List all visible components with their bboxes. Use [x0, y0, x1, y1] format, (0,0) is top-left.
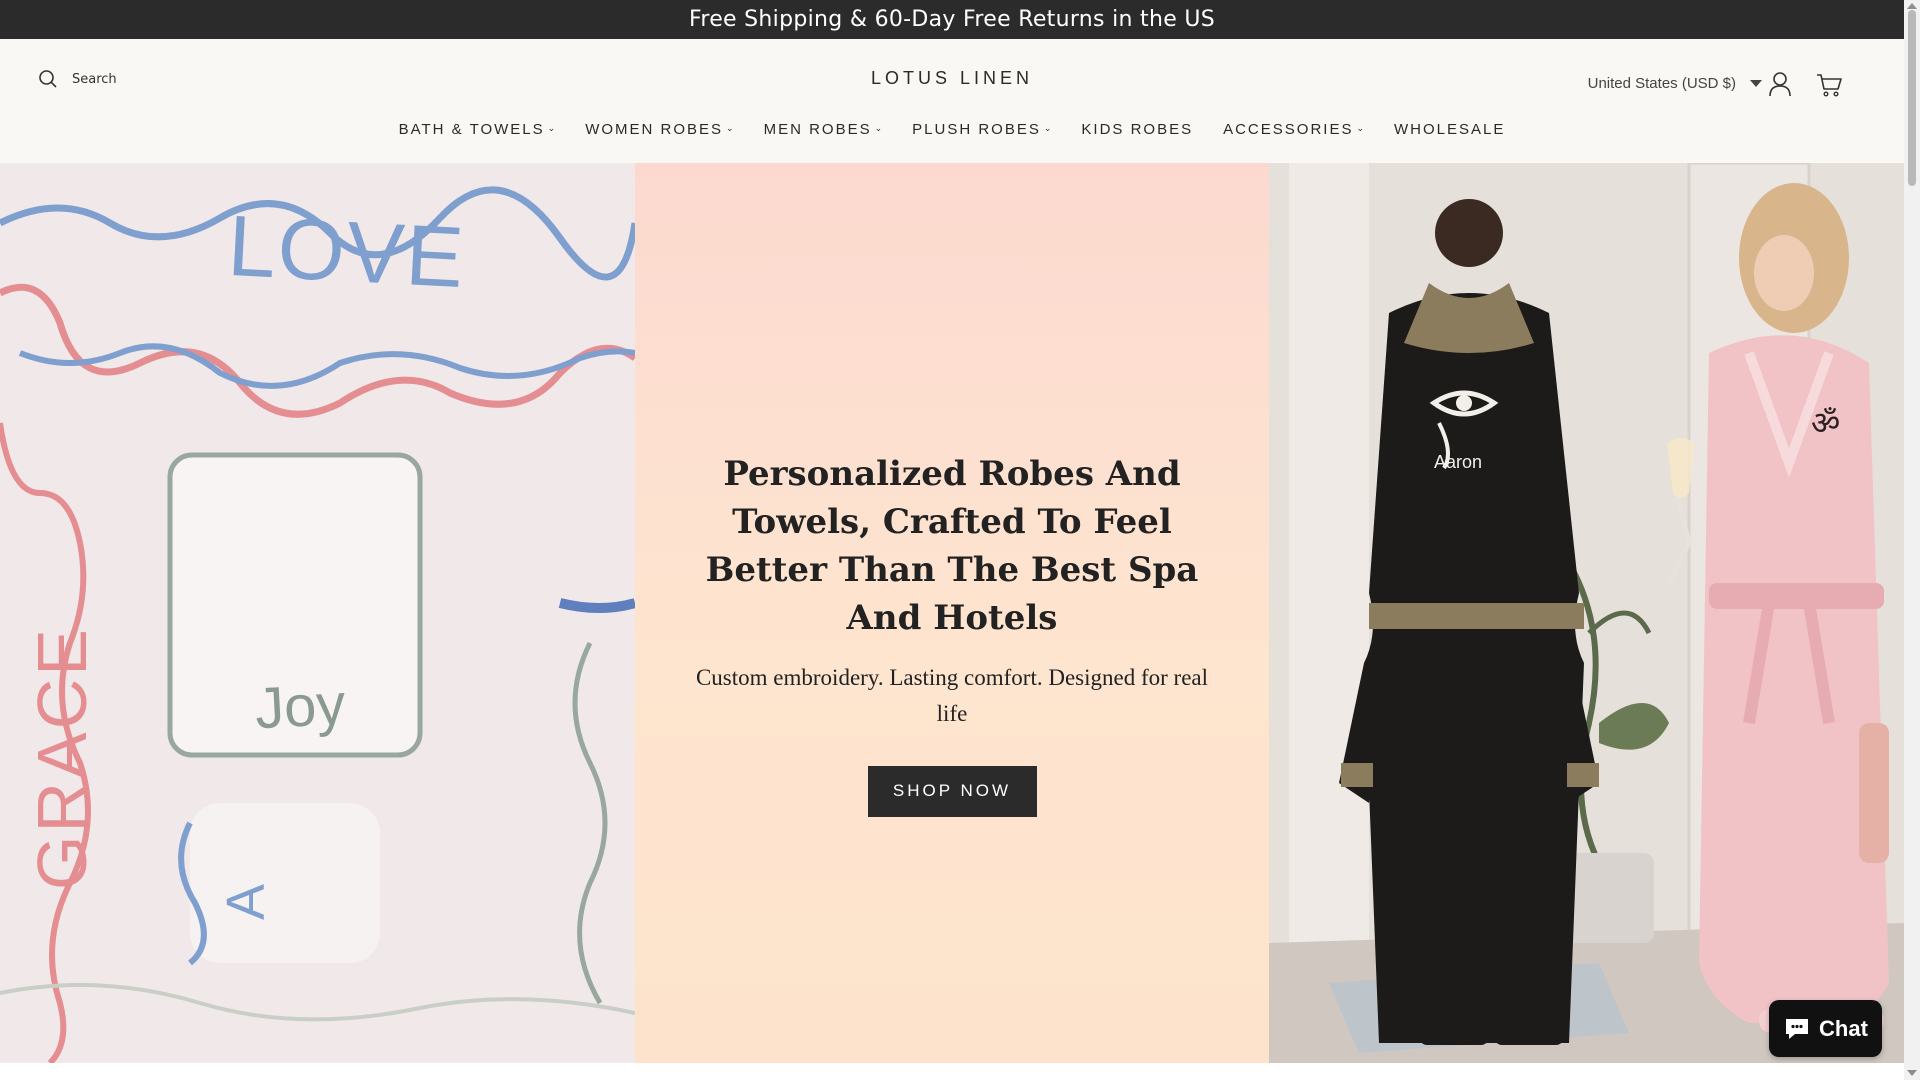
account-icon[interactable]	[1768, 71, 1792, 97]
nav-label: WOMEN ROBES	[585, 121, 724, 138]
towel-word-letter: A	[216, 883, 277, 921]
hero-image-towels: LOVE GRACE Joy A	[0, 163, 635, 1063]
currency-label: United States (USD $)	[1587, 75, 1736, 92]
page-scrollbar[interactable]	[1904, 0, 1920, 1080]
site-header: Search LOTUS LINEN United States (USD $)…	[0, 39, 1904, 163]
towel-word-grace: GRACE	[22, 626, 101, 890]
chat-label: Chat	[1819, 1015, 1868, 1041]
chevron-down-icon: ⌄	[874, 123, 883, 133]
towel-word-love: LOVE	[225, 197, 468, 307]
chevron-down-icon: ⌄	[1356, 123, 1365, 133]
shop-now-button[interactable]: SHOP NOW	[867, 765, 1037, 817]
hero-text-panel: Personalized Robes And Towels, Crafted T…	[635, 163, 1269, 1063]
chevron-down-icon: ⌄	[547, 123, 556, 133]
hero-subtitle: Custom embroidery. Lasting comfort. Desi…	[695, 664, 1209, 726]
nav-label: MEN ROBES	[763, 121, 872, 138]
nav-label: PLUSH ROBES	[912, 121, 1041, 138]
nav-label: KIDS ROBES	[1081, 121, 1194, 138]
main-nav: BATH & TOWELS ⌄ WOMEN ROBES ⌄ MEN ROBES …	[0, 121, 1904, 138]
brand-logo[interactable]: LOTUS LINEN	[871, 68, 1033, 88]
chat-button[interactable]: Chat	[1769, 1000, 1882, 1057]
announcement-text: Free Shipping & 60-Day Free Returns in t…	[688, 7, 1215, 32]
nav-label: ACCESSORIES	[1223, 121, 1354, 138]
chevron-down-icon: ⌄	[726, 123, 734, 133]
scrollbar-thumb[interactable]	[1908, 10, 1916, 186]
nav-item-plush-robes[interactable]: PLUSH ROBES ⌄	[912, 121, 1051, 138]
nav-label: WHOLESALE	[1394, 121, 1506, 138]
nav-item-men-robes[interactable]: MEN ROBES ⌄	[764, 121, 883, 138]
towel-word-joy: Joy	[253, 671, 347, 742]
hero-banner: LOVE GRACE Joy A Personalized Robes And …	[0, 163, 1904, 1063]
nav-item-bath-towels[interactable]: BATH & TOWELS ⌄	[399, 121, 556, 138]
cart-icon[interactable]	[1816, 73, 1842, 97]
scroll-up-icon[interactable]	[1907, 3, 1917, 9]
announcement-bar: Free Shipping & 60-Day Free Returns in t…	[0, 0, 1904, 39]
robes-illustration	[1269, 163, 1904, 1063]
nav-label: BATH & TOWELS	[398, 121, 545, 138]
nav-item-accessories[interactable]: ACCESSORIES ⌄	[1223, 121, 1364, 138]
currency-selector[interactable]: United States (USD $)	[1588, 75, 1762, 92]
robe-name-aaron: Aaron	[1434, 452, 1483, 472]
hero-title: Personalized Robes And Towels, Crafted T…	[705, 453, 1199, 638]
hero-image-robes: Aaron ॐ	[1269, 163, 1904, 1063]
nav-item-women-robes[interactable]: WOMEN ROBES ⌄	[585, 121, 733, 138]
nav-item-kids-robes[interactable]: KIDS ROBES	[1081, 121, 1193, 138]
nav-item-wholesale[interactable]: WHOLESALE	[1394, 121, 1505, 138]
chevron-down-icon: ⌄	[1043, 123, 1052, 133]
chat-bubble-icon	[1786, 1018, 1809, 1039]
scroll-down-icon[interactable]	[1907, 1070, 1917, 1076]
robe-om-symbol: ॐ	[1811, 404, 1841, 442]
caret-down-icon	[1750, 80, 1762, 87]
